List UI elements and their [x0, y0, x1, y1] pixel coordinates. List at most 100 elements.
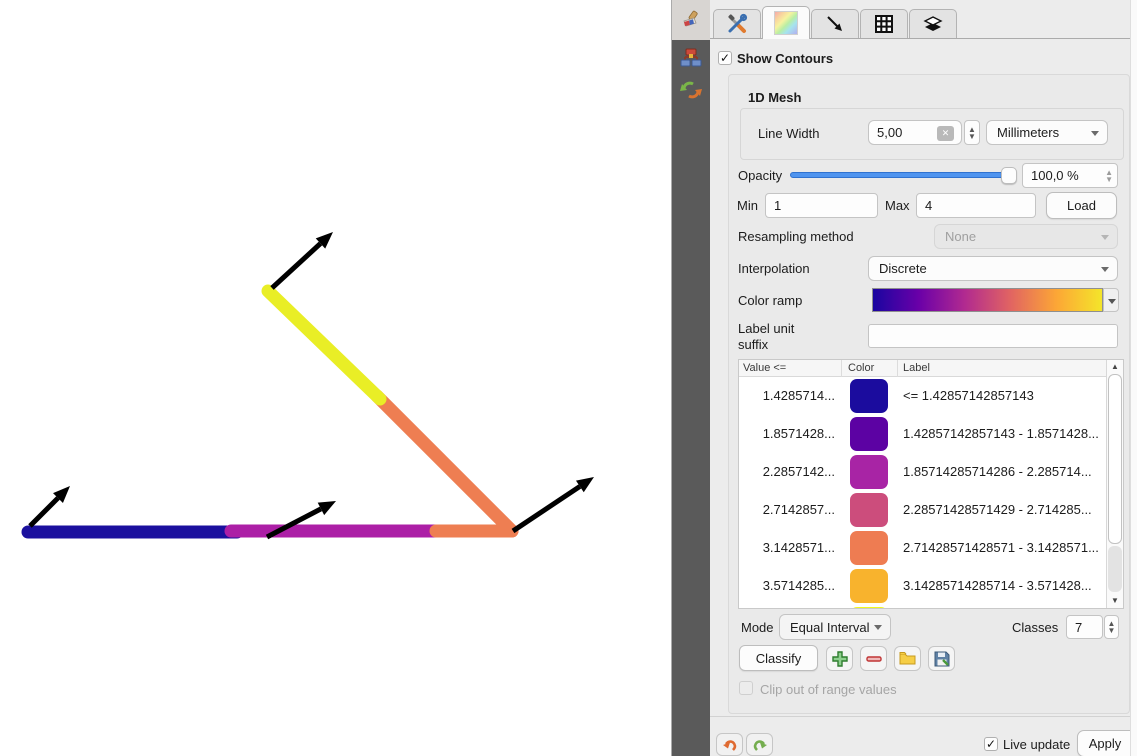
contours-gradient-icon — [774, 11, 798, 35]
tab-stacking[interactable] — [909, 9, 957, 38]
tools-icon — [726, 13, 748, 35]
panel-scrollbar[interactable] — [1130, 0, 1137, 756]
class-color-swatch[interactable] — [850, 379, 888, 413]
color-ramp-label: Color ramp — [738, 293, 802, 308]
class-color-swatch[interactable] — [850, 417, 888, 451]
scrollbar-track[interactable] — [1108, 546, 1122, 592]
mesh-segment-diagonal-orange — [377, 396, 512, 531]
class-color-swatch[interactable] — [850, 569, 888, 603]
sidebar-symbology-section[interactable] — [672, 0, 710, 40]
remove-class-button[interactable] — [860, 646, 887, 671]
save-button[interactable] — [928, 646, 955, 671]
class-value-cell[interactable]: 3.5714285... — [739, 578, 835, 593]
vector-arrow — [272, 232, 333, 288]
line-width-stepper[interactable]: ▲▼ — [964, 120, 980, 145]
load-button-label: Load — [1067, 198, 1096, 213]
classes-input[interactable]: 7 — [1066, 615, 1103, 639]
max-input[interactable]: 4 — [916, 193, 1036, 218]
opacity-value: 100,0 % — [1031, 168, 1079, 183]
load-button[interactable]: Load — [1046, 192, 1117, 219]
min-input[interactable]: 1 — [765, 193, 878, 218]
table-row[interactable]: 1.8571428... 1.42857142857143 - 1.8571428… — [739, 415, 1108, 453]
class-value-cell[interactable]: 2.2857142... — [739, 464, 835, 479]
column-divider — [841, 360, 842, 377]
max-label: Max — [885, 198, 910, 213]
class-label-cell[interactable]: 1.85714285714286 - 2.285714... — [903, 464, 1092, 479]
classify-button-label: Classify — [756, 651, 802, 666]
undo-icon — [722, 738, 738, 752]
class-value-cell[interactable]: 1.8571428... — [739, 426, 835, 441]
clear-icon[interactable]: ✕ — [937, 126, 954, 141]
classes-table-header: Value <= Color Label — [739, 360, 1108, 377]
line-width-label: Line Width — [758, 126, 819, 141]
class-label-cell[interactable]: <= 1.42857142857143 — [903, 388, 1034, 403]
column-header-color[interactable]: Color — [848, 362, 874, 374]
tab-rendering[interactable] — [860, 9, 908, 38]
live-update-checkbox[interactable]: ✓ — [984, 737, 998, 751]
classes-table-scrollbar[interactable]: ▲ ▼ — [1106, 360, 1123, 608]
mode-select[interactable]: Equal Interval — [779, 614, 891, 640]
class-value-cell[interactable]: 2.7142857... — [739, 502, 835, 517]
show-contours-checkbox[interactable]: ✓ — [718, 51, 732, 65]
redo-icon — [752, 738, 768, 752]
class-color-swatch[interactable] — [850, 493, 888, 527]
clip-out-of-range-label: Clip out of range values — [760, 682, 897, 697]
color-ramp-dropdown-button[interactable] — [1103, 288, 1119, 312]
table-row[interactable]: 2.2857142... 1.85714285714286 - 2.285714.… — [739, 453, 1108, 491]
paintbrush-icon — [680, 9, 702, 31]
color-ramp-preview[interactable] — [872, 288, 1103, 312]
table-row[interactable]: 3.1428571... 2.71428571428571 - 3.1428571… — [739, 529, 1108, 567]
table-row[interactable]: 1.4285714... <= 1.42857142857143 — [739, 377, 1108, 415]
class-value-cell[interactable]: 3.1428571... — [739, 540, 835, 555]
label-unit-suffix-input[interactable] — [868, 324, 1118, 348]
line-width-unit-value: Millimeters — [997, 125, 1059, 140]
line-width-input[interactable]: 5,00 ✕ — [868, 120, 962, 145]
scroll-up-icon[interactable]: ▲ — [1107, 360, 1123, 374]
opacity-stepper[interactable]: ▲▼ — [1105, 169, 1113, 183]
stacked-layers-icon — [922, 13, 944, 35]
table-row[interactable]: 2.7142857... 2.28571428571429 - 2.714285.… — [739, 491, 1108, 529]
class-value-cell[interactable]: 1.4285714... — [739, 388, 835, 403]
qgis-layer-styling: ✓ Show Contours 1D Mesh Line Width 5,00 … — [0, 0, 1137, 756]
table-row[interactable]: 3.5714285... 3.14285714285714 - 3.571428.… — [739, 567, 1108, 605]
classes-table[interactable]: Value <= Color Label 1.4285714... <= 1.42… — [738, 359, 1124, 609]
column-header-label[interactable]: Label — [903, 362, 930, 374]
open-folder-button[interactable] — [894, 646, 921, 671]
interpolation-select[interactable]: Discrete — [868, 256, 1118, 281]
opacity-slider-handle[interactable] — [1001, 167, 1017, 184]
resampling-method-value: None — [945, 229, 976, 244]
classes-stepper[interactable]: ▲▼ — [1104, 615, 1119, 639]
apply-button[interactable]: Apply — [1077, 730, 1137, 756]
resampling-method-label: Resampling method — [738, 229, 854, 244]
line-width-unit-select[interactable]: Millimeters — [986, 120, 1108, 145]
tab-vectors[interactable] — [811, 9, 859, 38]
scrollbar-thumb[interactable] — [1108, 374, 1122, 544]
tab-contours[interactable] — [762, 6, 810, 39]
class-color-swatch[interactable] — [850, 531, 888, 565]
map-canvas[interactable] — [0, 0, 672, 756]
class-label-cell[interactable]: 3.14285714285714 - 3.571428... — [903, 578, 1092, 593]
add-class-button[interactable] — [826, 646, 853, 671]
column-header-value[interactable]: Value <= — [743, 362, 786, 374]
class-color-swatch[interactable] — [850, 607, 888, 609]
class-label-cell[interactable]: 1.42857142857143 - 1.8571428... — [903, 426, 1099, 441]
opacity-label: Opacity — [738, 168, 782, 183]
table-row[interactable] — [739, 605, 1108, 609]
opacity-value-input[interactable]: 100,0 % ▲▼ — [1022, 163, 1118, 188]
class-label-cell[interactable]: 2.71428571428571 - 3.1428571... — [903, 540, 1099, 555]
layer-hierarchy-icon[interactable] — [678, 45, 704, 71]
tab-general-settings[interactable] — [713, 9, 761, 38]
chevron-down-icon — [1101, 267, 1109, 272]
class-color-swatch[interactable] — [850, 455, 888, 489]
class-label-cell[interactable]: 2.28571428571429 - 2.714285... — [903, 502, 1092, 517]
label-unit-suffix-label: Label unit suffix — [738, 321, 818, 353]
opacity-slider[interactable] — [790, 172, 1017, 178]
redo-button[interactable] — [746, 733, 773, 756]
mesh-segment-diagonal-yellow — [268, 291, 380, 399]
history-icon[interactable] — [678, 77, 704, 103]
classify-button[interactable]: Classify — [739, 645, 818, 671]
remove-class-icon — [866, 651, 882, 667]
scroll-down-icon[interactable]: ▼ — [1107, 594, 1123, 608]
undo-button[interactable] — [716, 733, 743, 756]
live-update-label: Live update — [1003, 737, 1070, 752]
